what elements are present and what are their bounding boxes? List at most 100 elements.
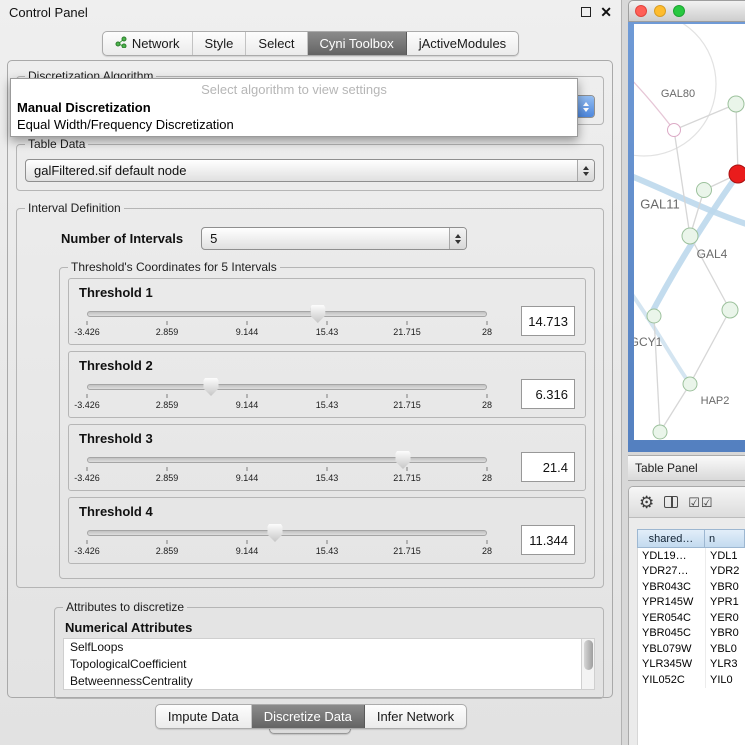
threshold-slider[interactable]: -3.426 2.859 9.144 15.43 21.715 28: [87, 302, 487, 340]
scrollbar[interactable]: [581, 639, 594, 689]
mac-zoom-button[interactable]: [673, 5, 685, 17]
slider-track[interactable]: [87, 530, 487, 536]
table-row[interactable]: YIL052C YIL0: [638, 672, 745, 688]
tab-label: Network: [132, 36, 180, 51]
table-row[interactable]: YLR345W YLR3: [638, 657, 745, 673]
numerical-attributes-list[interactable]: SelfLoops TopologicalCoefficient Between…: [63, 638, 595, 690]
table-cell[interactable]: YDR27…: [638, 564, 706, 580]
threshold-value-field[interactable]: 21.4: [521, 452, 575, 482]
node-label: HAP2: [701, 395, 730, 407]
slider-tick: [87, 394, 88, 398]
float-window-icon[interactable]: [581, 7, 591, 17]
table-row[interactable]: YDL19… YDL1: [638, 548, 745, 564]
column-header[interactable]: n: [705, 529, 745, 548]
network-node[interactable]: [653, 425, 668, 440]
thresholds-group: Threshold's Coordinates for 5 Intervals …: [59, 260, 595, 579]
number-of-intervals-combobox[interactable]: 5: [201, 227, 467, 250]
table-cell[interactable]: YPR145W: [638, 595, 706, 611]
network-node-selected[interactable]: [729, 165, 745, 184]
slider-thumb[interactable]: [310, 305, 325, 323]
slider-scale-label: 21.715: [393, 327, 421, 337]
tab-select[interactable]: Select: [246, 32, 307, 55]
table-row[interactable]: YBL079W YBL0: [638, 641, 745, 657]
threshold-value-field[interactable]: 14.713: [521, 306, 575, 336]
tab-infer-network[interactable]: Infer Network: [365, 705, 466, 728]
slider-scale-label: 15.43: [316, 546, 339, 556]
table-cell[interactable]: YBL0: [706, 641, 745, 657]
dropdown-option[interactable]: Manual Discretization: [11, 99, 577, 116]
tab-cyni-toolbox[interactable]: Cyni Toolbox: [308, 32, 407, 55]
table-cell[interactable]: YDL19…: [638, 548, 706, 564]
tab-impute-data[interactable]: Impute Data: [156, 705, 252, 728]
table-row[interactable]: YDR27… YDR2: [638, 564, 745, 580]
threshold-slider[interactable]: -3.426 2.859 9.144 15.43 21.715 28: [87, 521, 487, 559]
table-cell[interactable]: YLR345W: [638, 657, 706, 673]
table-cell[interactable]: YBR0: [706, 579, 745, 595]
tab-style[interactable]: Style: [193, 32, 247, 55]
table-cell[interactable]: YLR3: [706, 657, 745, 673]
table-row[interactable]: YBR045C YBR0: [638, 626, 745, 642]
columns-icon[interactable]: [664, 496, 678, 508]
table-row[interactable]: YBR043C YBR0: [638, 579, 745, 595]
gear-icon[interactable]: ⚙: [639, 494, 654, 511]
slider-track[interactable]: [87, 384, 487, 390]
table-cell[interactable]: YDL1: [706, 548, 745, 564]
table-row[interactable]: YER054C YER0: [638, 610, 745, 626]
number-of-intervals-label: Number of Intervals: [61, 231, 183, 246]
threshold-slider[interactable]: -3.426 2.859 9.144 15.43 21.715 28: [87, 448, 487, 486]
scrollbar-thumb[interactable]: [584, 640, 593, 670]
table-cell[interactable]: YIL0: [706, 672, 745, 688]
table-cell[interactable]: YBR0: [706, 626, 745, 642]
table-cell[interactable]: YER054C: [638, 610, 706, 626]
tab-label: jActiveModules: [419, 36, 506, 51]
network-canvas[interactable]: GAL80 GAL11 GAL4 GCY1 HAP2: [634, 24, 745, 440]
dropdown-option[interactable]: Equal Width/Frequency Discretization: [11, 116, 577, 133]
table-cell[interactable]: YIL052C: [638, 672, 706, 688]
threshold-value-field[interactable]: 11.344: [521, 525, 575, 555]
table-cell[interactable]: YPR1: [706, 595, 745, 611]
network-node[interactable]: [722, 302, 739, 319]
network-node[interactable]: [728, 96, 745, 113]
select-columns-icon[interactable]: ☑☑: [688, 496, 713, 509]
table-cell[interactable]: YDR2: [706, 564, 745, 580]
numerical-attributes-label: Numerical Attributes: [65, 620, 595, 635]
network-node[interactable]: [683, 377, 698, 392]
network-node[interactable]: [696, 182, 712, 198]
table-cell[interactable]: YER0: [706, 610, 745, 626]
tab-label: Cyni Toolbox: [320, 36, 394, 51]
slider-track[interactable]: [87, 457, 487, 463]
mac-minimize-button[interactable]: [654, 5, 666, 17]
combobox-stepper-icon[interactable]: [577, 160, 594, 181]
table-cell[interactable]: YBR043C: [638, 579, 706, 595]
slider-thumb[interactable]: [204, 378, 219, 396]
network-node[interactable]: [647, 309, 662, 324]
tab-discretize-data[interactable]: Discretize Data: [252, 705, 365, 728]
mac-close-button[interactable]: [635, 5, 647, 17]
close-icon[interactable]: ✕: [600, 5, 612, 19]
combobox-stepper-icon[interactable]: [449, 228, 466, 249]
combobox-stepper-icon[interactable]: [577, 96, 594, 117]
list-item[interactable]: TopologicalCoefficient: [64, 656, 594, 673]
slider-track[interactable]: [87, 311, 487, 317]
table-data-combobox[interactable]: galFiltered.sif default node: [25, 159, 595, 182]
table-row[interactable]: YPR145W YPR1: [638, 595, 745, 611]
table-data-group: Table Data galFiltered.sif default node: [16, 137, 604, 191]
list-item[interactable]: BetweennessCentrality: [64, 673, 594, 690]
table-panel-toolbar: ⚙ ☑☑: [629, 487, 745, 518]
column-header[interactable]: shared…: [637, 529, 705, 548]
network-view-window: GAL80 GAL11 GAL4 GCY1 HAP2: [628, 0, 745, 452]
list-item[interactable]: SelfLoops: [64, 639, 594, 656]
slider-thumb[interactable]: [396, 451, 411, 469]
network-node[interactable]: [682, 228, 699, 245]
tab-jactivemodules[interactable]: jActiveModules: [407, 32, 518, 55]
table-cell[interactable]: YBL079W: [638, 641, 706, 657]
network-window-titlebar[interactable]: [628, 0, 745, 22]
table-cell[interactable]: YBR045C: [638, 626, 706, 642]
network-node[interactable]: [667, 123, 681, 137]
threshold-slider[interactable]: -3.426 2.859 9.144 15.43 21.715 28: [87, 375, 487, 413]
bottom-tabstrip: Impute Data Discretize Data Infer Networ…: [155, 704, 467, 729]
slider-thumb[interactable]: [268, 524, 283, 542]
slider-tick: [487, 321, 488, 325]
tab-network[interactable]: Network: [103, 32, 193, 55]
threshold-value-field[interactable]: 6.316: [521, 379, 575, 409]
